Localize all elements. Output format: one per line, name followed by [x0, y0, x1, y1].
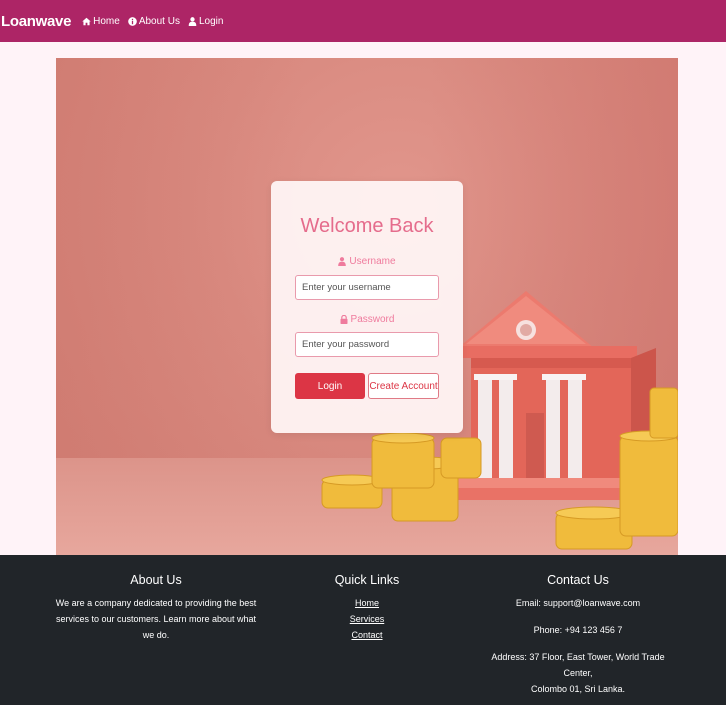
user-icon: [338, 257, 347, 266]
nav-login-link[interactable]: Login: [188, 16, 223, 27]
footer-link-home[interactable]: Home: [316, 595, 418, 611]
footer-about-text-line1: We are a company dedicated to providing …: [55, 598, 257, 608]
username-label-text: Username: [349, 256, 396, 267]
home-icon: [82, 17, 91, 25]
username-label: Username: [271, 256, 463, 267]
nav-about-label: About Us: [138, 15, 180, 27]
username-input[interactable]: [295, 275, 439, 300]
navbar: Loanwave Home About Us Login: [0, 0, 726, 42]
create-account-button[interactable]: Create Account: [368, 373, 439, 399]
nav-login-label: Login: [198, 15, 224, 27]
nav-about-link[interactable]: About Us: [127, 15, 180, 27]
footer-contact-address-line1: Address: 37 Floor, East Tower, World Tra…: [491, 652, 665, 678]
login-button[interactable]: Login: [295, 373, 365, 399]
brand-logo[interactable]: Loanwave: [1, 13, 71, 30]
footer-about-text-line2: services to our customers. Learn more ab…: [55, 614, 257, 640]
footer-contact-title: Contact Us: [547, 573, 609, 587]
password-label-text: Password: [350, 314, 395, 325]
footer-contact-phone: Phone: +94 123 456 7: [533, 625, 623, 635]
user-icon: [188, 16, 197, 26]
footer-about-title: About Us: [130, 573, 182, 587]
footer-contact-email: Email: support@loanwave.com: [515, 598, 641, 608]
footer-quick-links: Quick Links Home Services Contact: [316, 555, 418, 643]
login-card: Welcome Back Username Password Login Cre…: [271, 181, 463, 433]
footer-contact-address-line2: Colombo 01, Sri Lanka.: [530, 684, 626, 694]
lock-icon: [340, 315, 348, 324]
footer-link-contact[interactable]: Contact: [316, 627, 418, 643]
footer-quick-links-title: Quick Links: [334, 573, 400, 587]
footer-contact: Contact Us Email: support@loanwave.com P…: [478, 555, 678, 697]
nav-home-label: Home: [93, 15, 120, 27]
footer-link-services[interactable]: Services: [316, 611, 418, 627]
password-label: Password: [271, 314, 463, 325]
login-title: Welcome Back: [300, 215, 434, 237]
nav-home-link[interactable]: Home: [82, 16, 120, 27]
password-input[interactable]: [295, 332, 439, 357]
info-icon: [127, 16, 137, 26]
footer: About Us We are a company dedicated to p…: [0, 555, 726, 705]
footer-about: About Us We are a company dedicated to p…: [50, 555, 262, 643]
